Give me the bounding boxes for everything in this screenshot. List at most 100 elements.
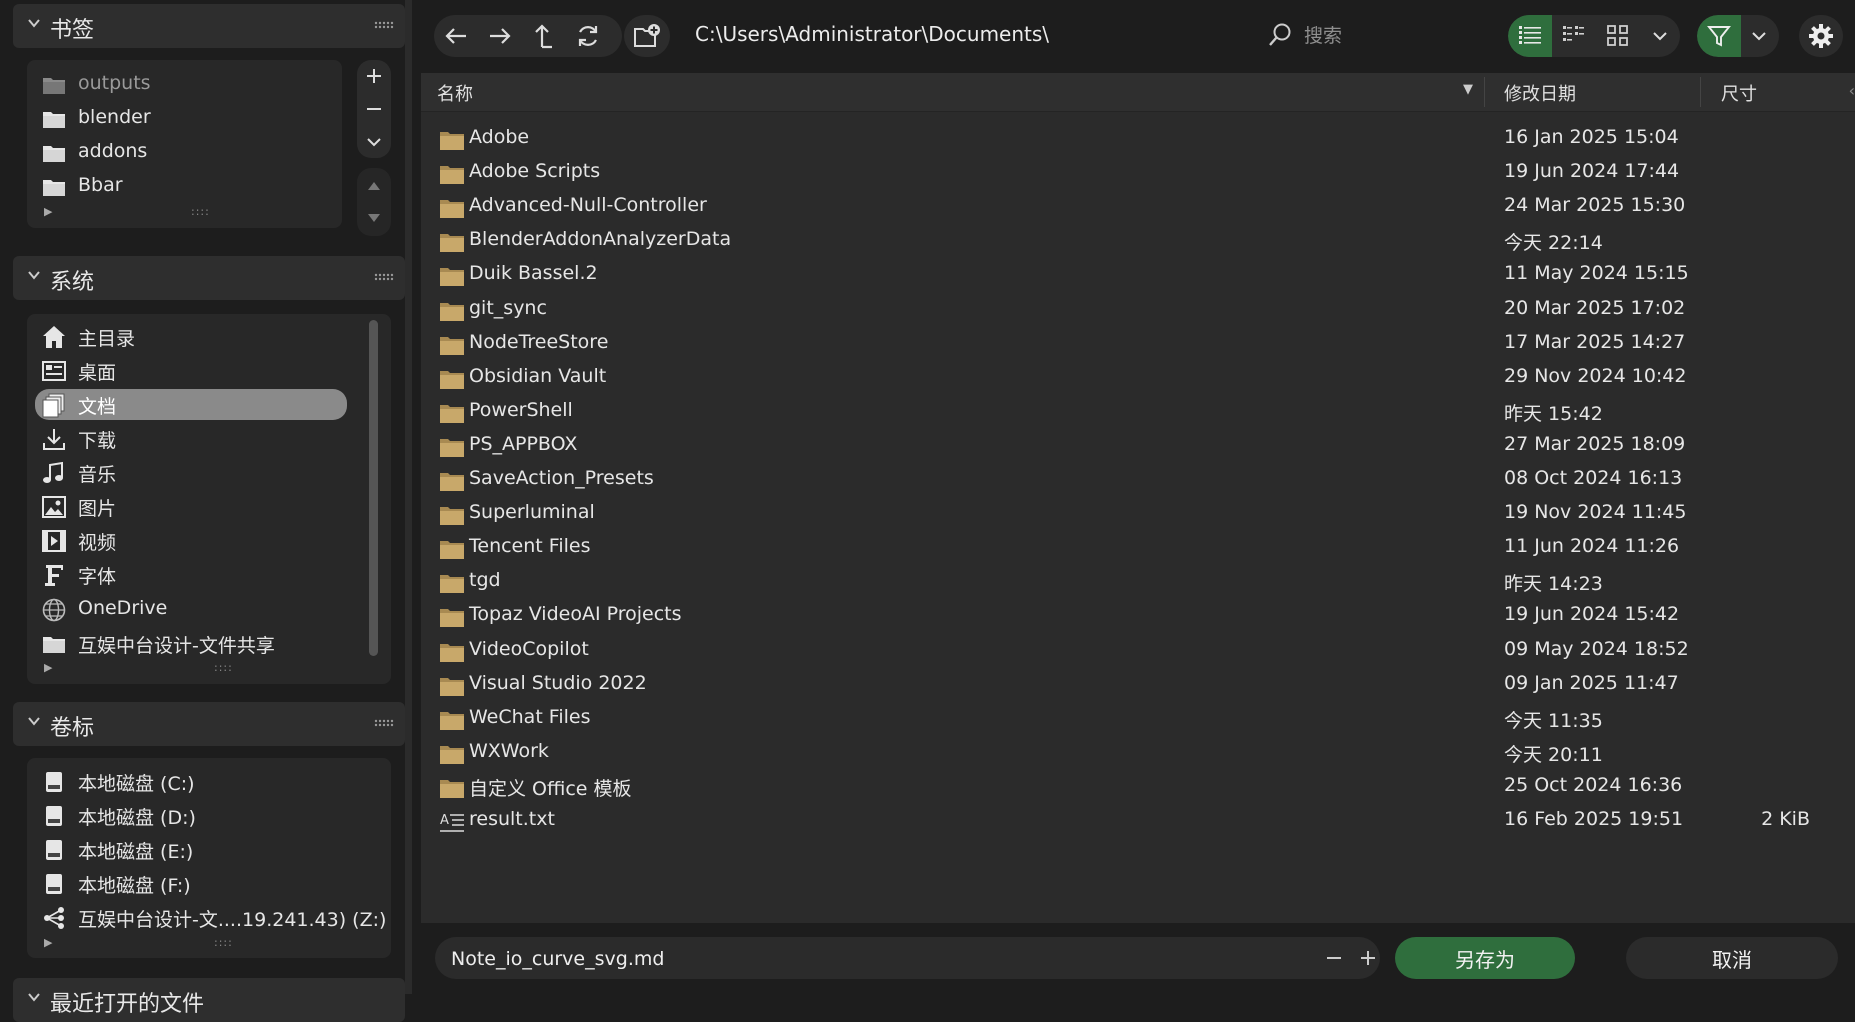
system-item-label: 下载 bbox=[78, 430, 117, 452]
directory-path-field[interactable]: C:\Users\Administrator\Documents\ bbox=[695, 22, 1049, 46]
bookmarks-panel-header[interactable]: 书签 bbox=[13, 4, 405, 48]
column-date-header[interactable]: 修改日期 bbox=[1504, 80, 1576, 106]
save-as-button[interactable]: 另存为 bbox=[1395, 937, 1575, 979]
system-item-onedrive[interactable]: OneDrive bbox=[35, 594, 347, 625]
system-item-pictures[interactable]: 图片 bbox=[35, 491, 347, 522]
horizontal-list-view-button[interactable] bbox=[1552, 15, 1596, 57]
file-row[interactable]: NodeTreeStore 17 Mar 2025 14:27 bbox=[421, 327, 1855, 361]
system-item-documents[interactable]: 文档 bbox=[35, 389, 347, 420]
resize-grip-icon[interactable]: :::: bbox=[191, 205, 210, 218]
chevron-down-icon[interactable] bbox=[27, 990, 41, 1004]
system-item-fonts[interactable]: 字体 bbox=[35, 559, 347, 590]
settings-button[interactable] bbox=[1799, 15, 1843, 57]
move-up-button[interactable] bbox=[357, 170, 391, 202]
new-folder-button[interactable] bbox=[624, 15, 670, 57]
system-list: 主目录 桌面 文档 下载 音乐 图片 视频 字体 OneDrive 互娱中台设计… bbox=[27, 314, 391, 684]
file-row[interactable]: PS_APPBOX 27 Mar 2025 18:09 bbox=[421, 429, 1855, 463]
sort-descending-icon[interactable]: ▼ bbox=[1463, 82, 1473, 97]
file-row[interactable]: 自定义 Office 模板 25 Oct 2024 16:36 bbox=[421, 770, 1855, 804]
column-divider[interactable] bbox=[1700, 77, 1701, 107]
expand-triangle-icon[interactable]: ▶ bbox=[44, 936, 52, 949]
file-row[interactable]: PowerShell 昨天 15:42 bbox=[421, 395, 1855, 429]
drag-grip-icon[interactable] bbox=[374, 719, 394, 727]
forward-button[interactable] bbox=[478, 15, 522, 57]
filter-settings-dropdown[interactable] bbox=[1737, 15, 1779, 57]
column-divider[interactable] bbox=[1484, 77, 1485, 107]
filter-toggle-button[interactable] bbox=[1697, 15, 1741, 57]
system-item-shared[interactable]: 互娱中台设计-文件共享 bbox=[35, 628, 347, 659]
add-bookmark-button[interactable] bbox=[357, 60, 391, 92]
view-mode-group bbox=[1508, 15, 1680, 57]
file-row[interactable]: Duik Bassel.2 11 May 2024 15:15 bbox=[421, 258, 1855, 292]
chevron-down-icon[interactable] bbox=[27, 268, 41, 282]
cancel-button[interactable]: 取消 bbox=[1626, 937, 1838, 979]
volume-item-z[interactable]: 互娱中台设计-文....19.241.43) (Z:) bbox=[35, 902, 386, 933]
file-row[interactable]: tgd 昨天 14:23 bbox=[421, 565, 1855, 599]
file-row[interactable]: Tencent Files 11 Jun 2024 11:26 bbox=[421, 531, 1855, 565]
column-name-header[interactable]: 名称 bbox=[437, 80, 473, 106]
file-row[interactable]: Superluminal 19 Nov 2024 11:45 bbox=[421, 497, 1855, 531]
font-icon bbox=[41, 562, 67, 588]
back-button[interactable] bbox=[434, 15, 478, 57]
file-row[interactable]: SaveAction_Presets 08 Oct 2024 16:13 bbox=[421, 463, 1855, 497]
refresh-button[interactable] bbox=[566, 15, 610, 57]
file-row[interactable]: BlenderAddonAnalyzerData 今天 22:14 bbox=[421, 224, 1855, 258]
file-row[interactable]: Advanced-Null-Controller 24 Mar 2025 15:3… bbox=[421, 190, 1855, 224]
volume-item-f[interactable]: 本地磁盘 (F:) bbox=[35, 868, 347, 899]
parent-directory-button[interactable] bbox=[522, 15, 566, 57]
file-row[interactable]: Adobe Scripts 19 Jun 2024 17:44 bbox=[421, 156, 1855, 190]
thumbnail-view-button[interactable] bbox=[1596, 15, 1640, 57]
system-panel-header[interactable]: 系统 bbox=[13, 256, 405, 300]
sidebar: 书签 outputs blender addons Bbar ▶ :::: 系统… bbox=[0, 0, 412, 1022]
file-row[interactable]: Adobe 16 Jan 2025 15:04 bbox=[421, 122, 1855, 156]
search-input[interactable] bbox=[1302, 20, 1506, 52]
volume-item-d[interactable]: 本地磁盘 (D:) bbox=[35, 800, 347, 831]
file-row[interactable]: Visual Studio 2022 09 Jan 2025 11:47 bbox=[421, 668, 1855, 702]
expand-triangle-icon[interactable]: ▶ bbox=[44, 661, 52, 674]
system-item-music[interactable]: 音乐 bbox=[35, 457, 347, 488]
chevron-down-icon[interactable] bbox=[27, 16, 41, 30]
file-row[interactable]: git_sync 20 Mar 2025 17:02 bbox=[421, 293, 1855, 327]
system-item-desktop[interactable]: 桌面 bbox=[35, 355, 347, 386]
expand-triangle-icon[interactable]: ▶ bbox=[44, 205, 52, 218]
folder-icon bbox=[439, 264, 465, 288]
display-settings-dropdown[interactable] bbox=[1638, 15, 1680, 57]
file-date: 19 Jun 2024 15:42 bbox=[1504, 603, 1680, 626]
resize-grip-icon[interactable]: :::: bbox=[214, 661, 233, 674]
file-name: git_sync bbox=[469, 296, 547, 319]
volume-item-c[interactable]: 本地磁盘 (C:) bbox=[35, 766, 347, 797]
file-row[interactable]: WeChat Files 今天 11:35 bbox=[421, 702, 1855, 736]
toolbar: C:\Users\Administrator\Documents\ bbox=[412, 0, 1855, 70]
column-size-header[interactable]: 尺寸 bbox=[1721, 80, 1757, 106]
system-item-label: 桌面 bbox=[78, 362, 117, 384]
sidebar-divider[interactable] bbox=[405, 0, 412, 994]
bookmark-item-blender[interactable]: blender bbox=[35, 103, 347, 134]
increment-filename-button[interactable] bbox=[1351, 937, 1385, 979]
system-item-downloads[interactable]: 下载 bbox=[35, 423, 347, 454]
resize-grip-icon[interactable]: :::: bbox=[214, 936, 233, 949]
remove-bookmark-button[interactable] bbox=[357, 93, 391, 125]
bookmark-item-bbar[interactable]: Bbar bbox=[35, 171, 347, 202]
decrement-filename-button[interactable] bbox=[1317, 937, 1351, 979]
move-down-button[interactable] bbox=[357, 202, 391, 234]
filename-input[interactable] bbox=[449, 944, 1153, 974]
collapse-arrow-icon[interactable]: ‹ bbox=[1849, 81, 1855, 100]
volumes-panel-header[interactable]: 卷标 bbox=[13, 702, 405, 746]
drag-grip-icon[interactable] bbox=[374, 273, 394, 281]
recent-panel-header[interactable]: 最近打开的文件 bbox=[13, 978, 405, 1022]
bookmark-item-outputs[interactable]: outputs bbox=[35, 69, 347, 100]
file-row[interactable]: Topaz VideoAI Projects 19 Jun 2024 15:42 bbox=[421, 599, 1855, 633]
file-row[interactable]: Obsidian Vault 29 Nov 2024 10:42 bbox=[421, 361, 1855, 395]
bookmark-item-addons[interactable]: addons bbox=[35, 137, 347, 168]
file-row[interactable]: WXWork 今天 20:11 bbox=[421, 736, 1855, 770]
system-item-videos[interactable]: 视频 bbox=[35, 525, 347, 556]
drag-grip-icon[interactable] bbox=[374, 21, 394, 29]
file-row[interactable]: VideoCopilot 09 May 2024 18:52 bbox=[421, 634, 1855, 668]
bookmark-menu-button[interactable] bbox=[357, 126, 391, 158]
system-scrollbar[interactable] bbox=[369, 320, 378, 656]
volume-item-e[interactable]: 本地磁盘 (E:) bbox=[35, 834, 347, 865]
vertical-list-view-button[interactable] bbox=[1508, 15, 1552, 57]
system-item-home[interactable]: 主目录 bbox=[35, 321, 347, 352]
file-row[interactable]: Aresult.txt 16 Feb 2025 19:51 2 KiB bbox=[421, 804, 1855, 838]
chevron-down-icon[interactable] bbox=[27, 714, 41, 728]
